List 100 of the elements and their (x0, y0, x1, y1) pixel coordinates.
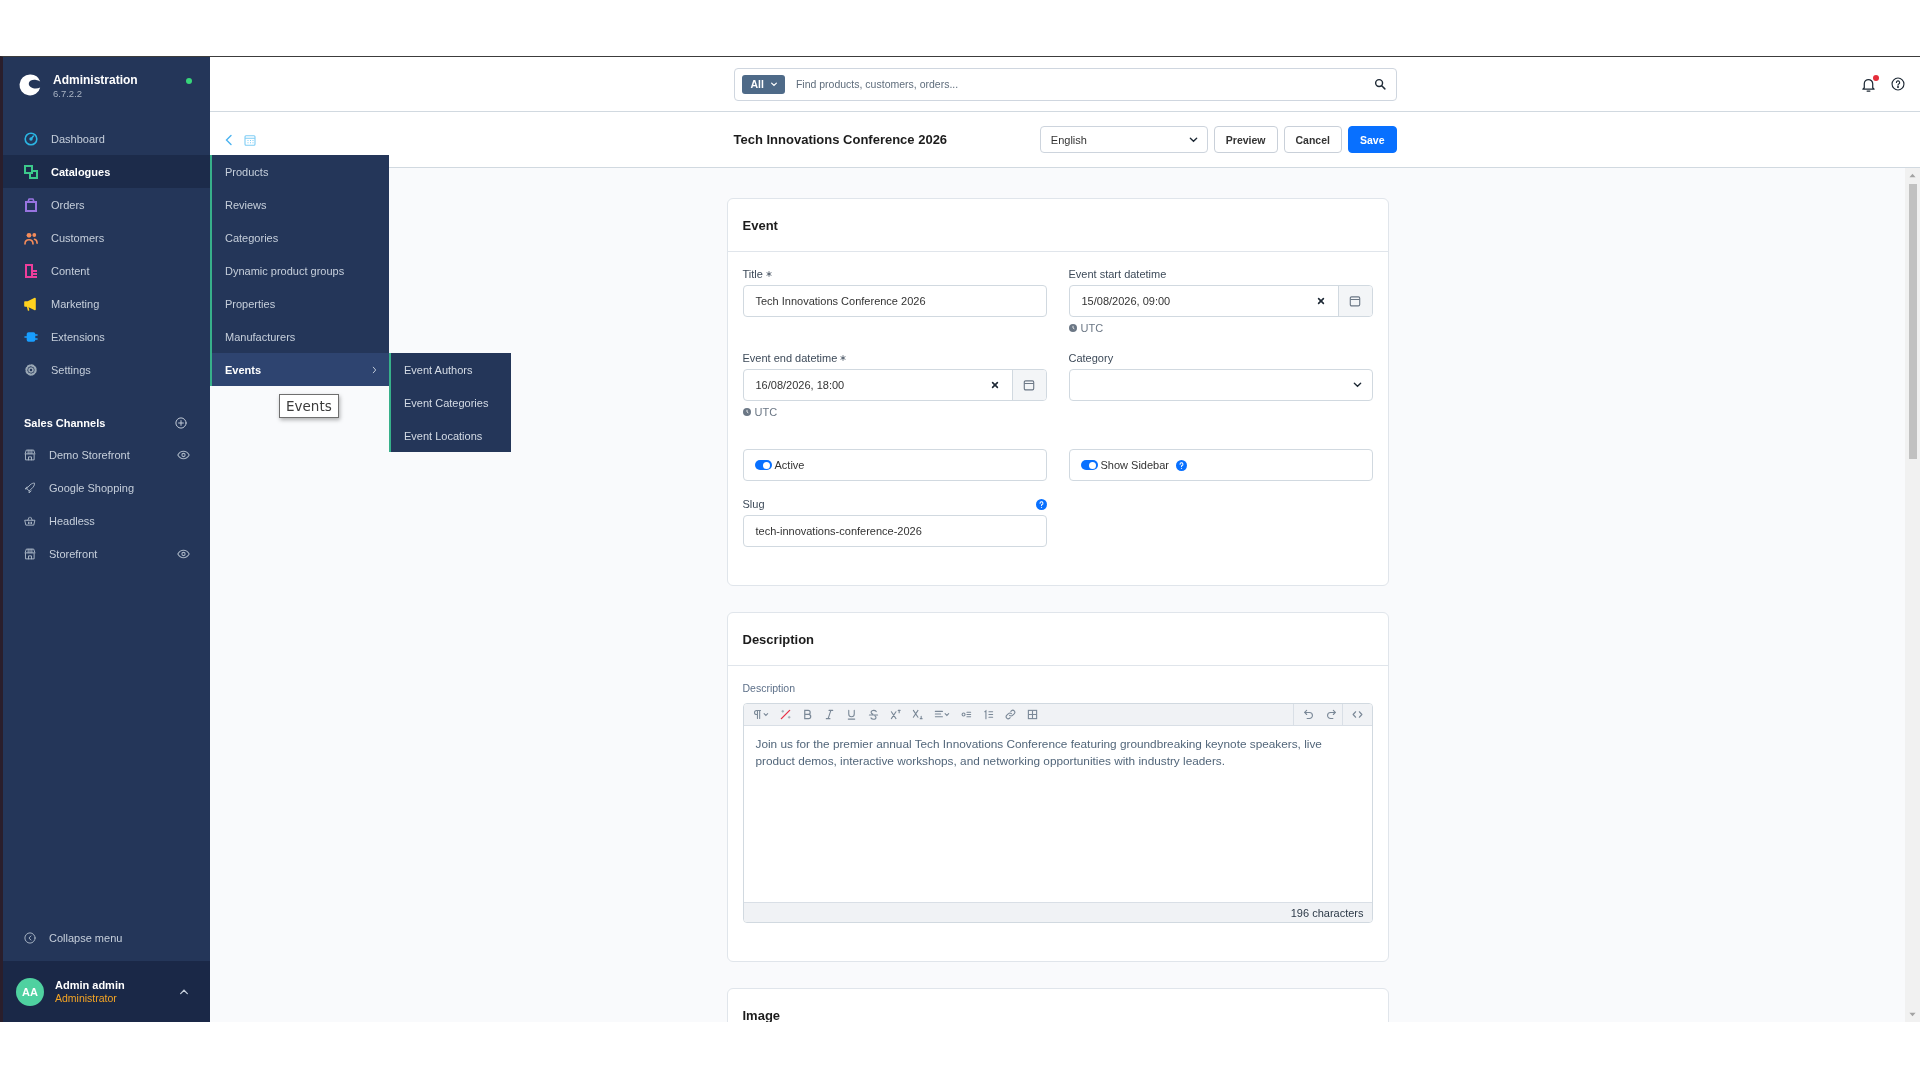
bullet-list-icon[interactable] (960, 709, 972, 720)
menu-item[interactable]: Products (212, 155, 389, 188)
calendar-button[interactable] (1337, 286, 1372, 316)
character-count: 196 characters (1290, 906, 1364, 919)
code-icon[interactable] (1351, 709, 1363, 720)
chevron-up-icon[interactable] (179, 988, 189, 995)
tooltip: Events (279, 394, 339, 418)
scroll-up-icon[interactable] (1909, 173, 1916, 178)
shop-icon (24, 448, 36, 461)
switch-label: Active (774, 459, 805, 471)
underline-icon[interactable] (845, 709, 857, 720)
eye-icon[interactable] (177, 449, 190, 460)
secondary-button[interactable]: Preview (1213, 126, 1278, 153)
version-label: 6.7.2.2 (53, 88, 84, 100)
close-icon[interactable] (1316, 297, 1325, 305)
calendar-button[interactable] (1011, 370, 1046, 400)
field-label: Event end datetime (742, 352, 838, 364)
search-field[interactable]: All Find products, customers, orders... (733, 67, 1397, 101)
field-label: Event start datetime (1068, 268, 1167, 280)
datetime-field[interactable]: 16/08/2026, 18:00 (742, 369, 1047, 401)
paragraph-menu-icon[interactable] (752, 709, 769, 720)
nav-item[interactable]: Catalogues (3, 155, 210, 188)
field-label: Category (1068, 352, 1114, 364)
subscript-icon[interactable] (911, 709, 923, 720)
timezone-label: UTC (1080, 322, 1104, 334)
chevron-circle-icon (24, 932, 36, 944)
link-icon[interactable] (1004, 709, 1016, 720)
chevron-down-icon (1352, 382, 1362, 388)
menu-item[interactable]: Dynamic product groups (212, 254, 389, 287)
rocket-icon (24, 481, 36, 494)
language-select[interactable]: English (1039, 126, 1208, 153)
field-label: Slug (742, 498, 765, 510)
sales-channel-item[interactable]: Storefront (3, 537, 210, 570)
back-icon[interactable] (223, 133, 235, 146)
secondary-button[interactable]: Cancel (1283, 126, 1342, 153)
app-title: Administration (53, 73, 138, 88)
text-field[interactable]: Tech Innovations Conference 2026 (742, 285, 1047, 317)
menu-item[interactable]: Categories (212, 221, 389, 254)
datetime-field[interactable]: 15/08/2026, 09:00 (1068, 285, 1373, 317)
eye-icon[interactable] (177, 548, 190, 559)
caret-icon (769, 81, 778, 87)
sales-channel-item[interactable]: Demo Storefront (3, 438, 210, 471)
submenu-item[interactable]: Event Locations (391, 419, 511, 452)
table-icon[interactable] (1026, 709, 1038, 720)
align-menu-icon[interactable] (933, 709, 950, 720)
bold-icon[interactable] (801, 709, 813, 720)
search-icon[interactable] (1373, 78, 1386, 90)
shop-icon (24, 547, 36, 560)
submenu-item[interactable]: Event Authors (391, 353, 511, 386)
scroll-down-icon[interactable] (1909, 1012, 1916, 1017)
card-title: Image (742, 1007, 781, 1022)
field-label: Description (742, 682, 796, 694)
menu-item[interactable]: Properties (212, 287, 389, 320)
superscript-icon[interactable] (889, 709, 901, 720)
menu-item[interactable]: Reviews (212, 188, 389, 221)
scrollbar-track[interactable] (1905, 168, 1920, 1022)
nav-item[interactable]: Marketing (3, 287, 210, 320)
avatar: AA (16, 977, 44, 1006)
nav-item[interactable]: Orders (3, 188, 210, 221)
text-field[interactable]: tech-innovations-conference-2026 (742, 515, 1047, 547)
nav-item[interactable]: Customers (3, 221, 210, 254)
chevron-right-icon (372, 365, 377, 374)
switch-label: Show Sidebar (1100, 459, 1169, 471)
wand-icon[interactable] (779, 709, 791, 720)
toggle-switch[interactable] (1080, 460, 1098, 470)
card-title: Event (742, 217, 778, 233)
italic-icon[interactable] (823, 709, 835, 720)
user-role: Administrator (55, 991, 118, 1005)
editor-content[interactable]: Join us for the premier annual Tech Innovations Conference featuring groundbreaking keynote speakers, live product demos, interactive workshops, and networking opportunities with industry leaders. (743, 726, 1372, 902)
nav-item[interactable]: Extensions (3, 320, 210, 353)
close-icon[interactable] (990, 381, 999, 389)
primary-button[interactable]: Save (1347, 126, 1397, 153)
collapse-menu-button[interactable]: Collapse menu (3, 921, 210, 955)
nav-item[interactable]: Dashboard (3, 122, 210, 155)
user-name: Admin admin (55, 978, 125, 992)
strikethrough-icon[interactable] (867, 709, 879, 720)
sales-channel-item[interactable]: Headless (3, 504, 210, 537)
card-title: Description (742, 631, 814, 647)
undo-icon[interactable] (1302, 709, 1314, 720)
redo-icon[interactable] (1325, 709, 1337, 720)
chevron-down-icon (1188, 136, 1198, 143)
sales-channel-item[interactable]: Google Shopping (3, 471, 210, 504)
page-title: Tech Innovations Conference 2026 (733, 132, 948, 147)
scrollbar-thumb[interactable] (1908, 184, 1917, 459)
submenu-item[interactable]: Event Categories (391, 386, 511, 419)
menu-item[interactable]: Manufacturers (212, 320, 389, 353)
calendar-icon (1349, 295, 1361, 307)
add-icon[interactable] (175, 417, 187, 429)
user-footer[interactable]: AA Admin admin Administrator (3, 961, 210, 1022)
calendar-icon (1023, 379, 1035, 391)
menu-item[interactable]: Events (212, 353, 389, 386)
basket-icon (24, 514, 36, 527)
help-icon[interactable] (1891, 77, 1905, 91)
scope-dropdown[interactable]: All (741, 74, 785, 94)
numbered-list-icon[interactable] (982, 709, 994, 720)
bell-icon[interactable] (1861, 76, 1876, 92)
nav-item[interactable]: Settings (3, 353, 210, 386)
toggle-switch[interactable] (754, 460, 772, 470)
nav-item[interactable]: Content (3, 254, 210, 287)
clock-icon (1068, 324, 1077, 332)
